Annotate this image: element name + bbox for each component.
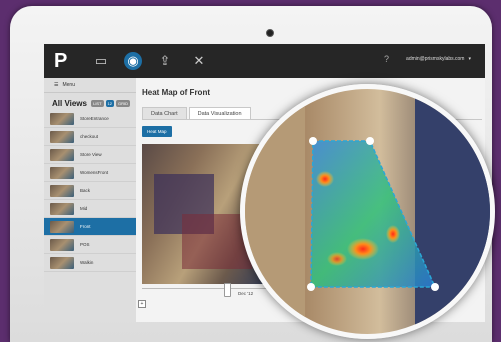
view-count-badge: 12 (105, 100, 114, 107)
hot-spot (347, 238, 379, 260)
user-email: admin@prismskylabs.com (406, 56, 465, 62)
wood-floor (245, 89, 305, 334)
hot-spot (327, 252, 347, 266)
user-menu[interactable]: admin@prismskylabs.com ▾ (406, 56, 471, 62)
view-thumbnail (50, 202, 74, 215)
hot-spot (316, 171, 334, 187)
selection-corner-handle[interactable] (431, 283, 439, 291)
view-label: Back (80, 188, 91, 193)
laptop-frame: P ▭ ◉ ⇪ ✕ ? admin@prismskylabs.com ▾ ☰ M… (10, 6, 495, 342)
heatmap-magnifier (240, 84, 495, 339)
menu-label: Menu (62, 82, 75, 88)
help-icon[interactable]: ? (384, 54, 389, 64)
view-list: StoreEntrance checkout Store View WomensFro… (44, 110, 136, 272)
view-label: checkout (80, 134, 99, 139)
view-label: WomensFront (80, 170, 109, 175)
view-thumbnail (50, 220, 74, 233)
webcam (266, 29, 274, 37)
view-item[interactable]: Back (44, 182, 136, 200)
sidebar-menu-toggle[interactable]: ☰ Menu (44, 78, 136, 93)
view-thumbnail (50, 148, 74, 161)
view-item[interactable]: POS (44, 236, 136, 254)
share-icon[interactable]: ⇪ (154, 50, 176, 72)
view-item[interactable]: checkout (44, 128, 136, 146)
hot-spot (386, 225, 400, 243)
timeline-handle[interactable] (224, 283, 231, 297)
view-thumbnail (50, 112, 74, 125)
selection-corner-handle[interactable] (309, 137, 317, 145)
views-header: All Views LIST 12 GRID (44, 93, 136, 110)
view-mode-toggle: LIST 12 GRID (91, 100, 130, 107)
view-item[interactable]: StoreEntrance (44, 110, 136, 128)
view-label: Mid (80, 206, 88, 211)
view-thumbnail (50, 130, 74, 143)
view-item[interactable]: Walkin (44, 254, 136, 272)
view-label: StoreEntrance (80, 116, 109, 121)
view-thumbnail (50, 256, 74, 269)
list-mode-badge[interactable]: LIST (91, 100, 104, 107)
view-item[interactable]: Front (44, 218, 136, 236)
selection-corner-handle[interactable] (366, 137, 374, 145)
view-item[interactable]: WomensFront (44, 164, 136, 182)
views-title: All Views (52, 99, 87, 108)
globe-icon[interactable]: ◉ (124, 52, 142, 70)
top-navigation-bar: P ▭ ◉ ⇪ ✕ ? admin@prismskylabs.com ▾ (44, 44, 485, 78)
sidebar: ☰ Menu All Views LIST 12 GRID StoreEntra… (44, 78, 136, 322)
view-item[interactable]: Store View (44, 146, 136, 164)
selection-corner-handle[interactable] (307, 283, 315, 291)
page-title: Heat Map of Front (142, 88, 210, 97)
heat-map-button[interactable]: Heat Map (142, 126, 172, 137)
view-label: Walkin (80, 260, 94, 265)
monitor-icon[interactable]: ▭ (90, 50, 112, 72)
view-label: POS (80, 242, 90, 247)
view-label: Front (80, 224, 91, 229)
tools-icon[interactable]: ✕ (188, 50, 210, 72)
hamburger-icon: ☰ (54, 82, 59, 88)
clothing-display (415, 89, 490, 334)
brand-logo[interactable]: P (54, 50, 78, 72)
grid-mode-badge[interactable]: GRID (116, 100, 130, 107)
view-item[interactable]: Mid (44, 200, 136, 218)
view-thumbnail (50, 184, 74, 197)
zoom-in-button[interactable]: + (138, 300, 146, 308)
view-thumbnail (50, 238, 74, 251)
view-thumbnail (50, 166, 74, 179)
view-label: Store View (80, 152, 102, 157)
heatmap-overlay (245, 89, 490, 334)
chevron-down-icon: ▾ (468, 56, 471, 62)
